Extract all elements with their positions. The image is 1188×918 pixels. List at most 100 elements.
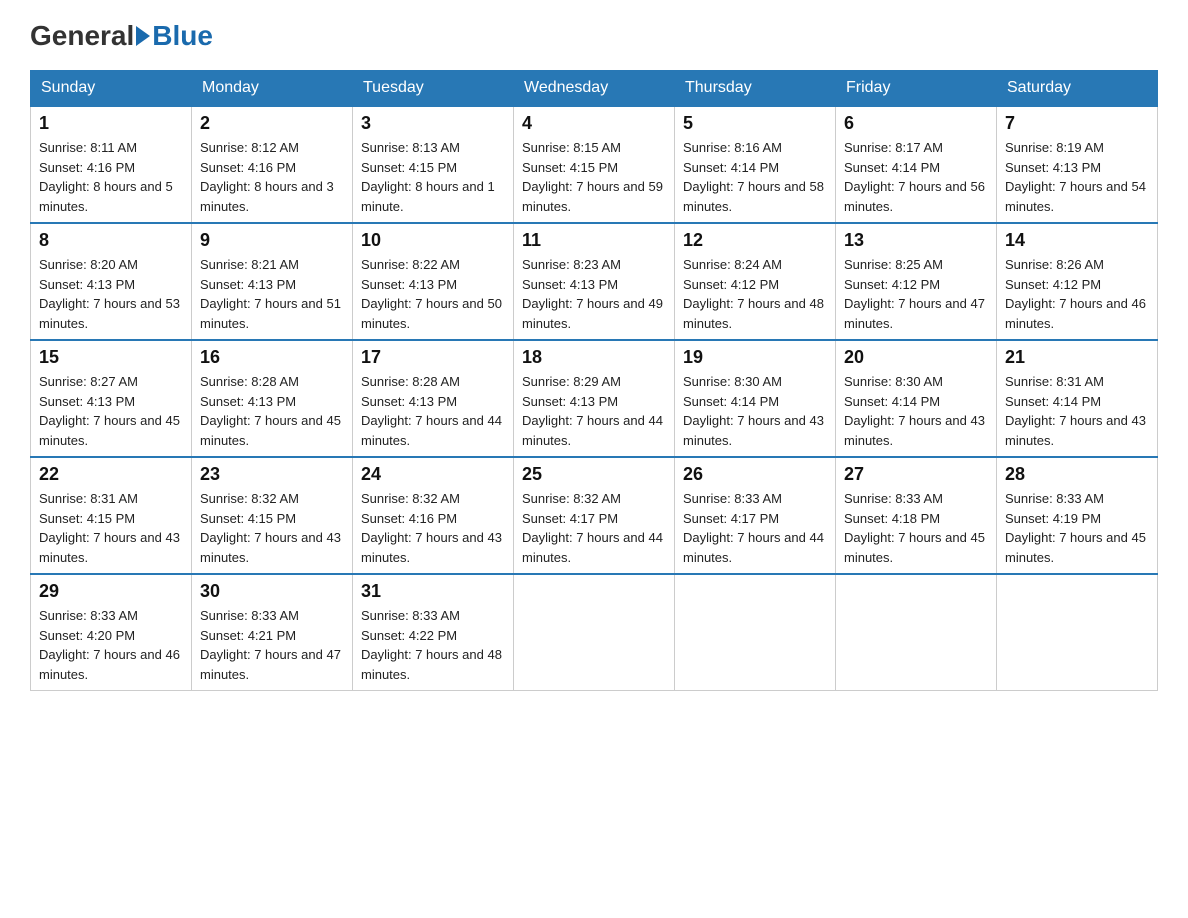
day-info: Sunrise: 8:19 AMSunset: 4:13 PMDaylight:…	[1005, 140, 1146, 214]
day-number: 2	[200, 113, 344, 134]
day-info: Sunrise: 8:21 AMSunset: 4:13 PMDaylight:…	[200, 257, 341, 331]
calendar-cell: 1 Sunrise: 8:11 AMSunset: 4:16 PMDayligh…	[31, 106, 192, 223]
weekday-header-friday: Friday	[836, 71, 997, 107]
calendar-cell: 25 Sunrise: 8:32 AMSunset: 4:17 PMDaylig…	[514, 457, 675, 574]
day-info: Sunrise: 8:15 AMSunset: 4:15 PMDaylight:…	[522, 140, 663, 214]
day-info: Sunrise: 8:33 AMSunset: 4:18 PMDaylight:…	[844, 491, 985, 565]
calendar-cell: 8 Sunrise: 8:20 AMSunset: 4:13 PMDayligh…	[31, 223, 192, 340]
day-info: Sunrise: 8:27 AMSunset: 4:13 PMDaylight:…	[39, 374, 180, 448]
day-number: 19	[683, 347, 827, 368]
day-number: 14	[1005, 230, 1149, 251]
weekday-header-monday: Monday	[192, 71, 353, 107]
day-number: 27	[844, 464, 988, 485]
day-number: 22	[39, 464, 183, 485]
calendar-week-row: 1 Sunrise: 8:11 AMSunset: 4:16 PMDayligh…	[31, 106, 1158, 223]
calendar-cell: 15 Sunrise: 8:27 AMSunset: 4:13 PMDaylig…	[31, 340, 192, 457]
weekday-header-wednesday: Wednesday	[514, 71, 675, 107]
calendar-cell: 14 Sunrise: 8:26 AMSunset: 4:12 PMDaylig…	[997, 223, 1158, 340]
calendar-cell	[836, 574, 997, 691]
day-info: Sunrise: 8:13 AMSunset: 4:15 PMDaylight:…	[361, 140, 495, 214]
day-number: 24	[361, 464, 505, 485]
day-info: Sunrise: 8:28 AMSunset: 4:13 PMDaylight:…	[361, 374, 502, 448]
calendar-cell	[514, 574, 675, 691]
logo-arrow-icon	[136, 26, 150, 46]
day-info: Sunrise: 8:31 AMSunset: 4:14 PMDaylight:…	[1005, 374, 1146, 448]
day-number: 10	[361, 230, 505, 251]
calendar-cell: 10 Sunrise: 8:22 AMSunset: 4:13 PMDaylig…	[353, 223, 514, 340]
day-number: 30	[200, 581, 344, 602]
day-number: 13	[844, 230, 988, 251]
logo-general-text: General	[30, 20, 134, 52]
day-info: Sunrise: 8:31 AMSunset: 4:15 PMDaylight:…	[39, 491, 180, 565]
calendar-cell: 21 Sunrise: 8:31 AMSunset: 4:14 PMDaylig…	[997, 340, 1158, 457]
calendar-table: SundayMondayTuesdayWednesdayThursdayFrid…	[30, 70, 1158, 691]
day-info: Sunrise: 8:25 AMSunset: 4:12 PMDaylight:…	[844, 257, 985, 331]
calendar-cell: 22 Sunrise: 8:31 AMSunset: 4:15 PMDaylig…	[31, 457, 192, 574]
day-number: 1	[39, 113, 183, 134]
day-number: 4	[522, 113, 666, 134]
logo-blue-text: Blue	[152, 20, 213, 52]
day-info: Sunrise: 8:33 AMSunset: 4:17 PMDaylight:…	[683, 491, 824, 565]
calendar-cell: 13 Sunrise: 8:25 AMSunset: 4:12 PMDaylig…	[836, 223, 997, 340]
calendar-cell: 27 Sunrise: 8:33 AMSunset: 4:18 PMDaylig…	[836, 457, 997, 574]
day-number: 26	[683, 464, 827, 485]
calendar-cell: 18 Sunrise: 8:29 AMSunset: 4:13 PMDaylig…	[514, 340, 675, 457]
day-info: Sunrise: 8:22 AMSunset: 4:13 PMDaylight:…	[361, 257, 502, 331]
day-info: Sunrise: 8:20 AMSunset: 4:13 PMDaylight:…	[39, 257, 180, 331]
calendar-cell: 16 Sunrise: 8:28 AMSunset: 4:13 PMDaylig…	[192, 340, 353, 457]
day-number: 7	[1005, 113, 1149, 134]
calendar-cell	[997, 574, 1158, 691]
day-number: 29	[39, 581, 183, 602]
day-info: Sunrise: 8:11 AMSunset: 4:16 PMDaylight:…	[39, 140, 173, 214]
day-number: 31	[361, 581, 505, 602]
weekday-header-thursday: Thursday	[675, 71, 836, 107]
day-info: Sunrise: 8:33 AMSunset: 4:21 PMDaylight:…	[200, 608, 341, 682]
day-info: Sunrise: 8:28 AMSunset: 4:13 PMDaylight:…	[200, 374, 341, 448]
day-info: Sunrise: 8:12 AMSunset: 4:16 PMDaylight:…	[200, 140, 334, 214]
calendar-cell: 23 Sunrise: 8:32 AMSunset: 4:15 PMDaylig…	[192, 457, 353, 574]
calendar-cell: 30 Sunrise: 8:33 AMSunset: 4:21 PMDaylig…	[192, 574, 353, 691]
day-info: Sunrise: 8:33 AMSunset: 4:20 PMDaylight:…	[39, 608, 180, 682]
calendar-cell: 17 Sunrise: 8:28 AMSunset: 4:13 PMDaylig…	[353, 340, 514, 457]
day-info: Sunrise: 8:23 AMSunset: 4:13 PMDaylight:…	[522, 257, 663, 331]
calendar-cell: 2 Sunrise: 8:12 AMSunset: 4:16 PMDayligh…	[192, 106, 353, 223]
calendar-cell: 29 Sunrise: 8:33 AMSunset: 4:20 PMDaylig…	[31, 574, 192, 691]
calendar-cell: 26 Sunrise: 8:33 AMSunset: 4:17 PMDaylig…	[675, 457, 836, 574]
weekday-header-tuesday: Tuesday	[353, 71, 514, 107]
day-number: 8	[39, 230, 183, 251]
day-number: 18	[522, 347, 666, 368]
day-number: 12	[683, 230, 827, 251]
calendar-week-row: 22 Sunrise: 8:31 AMSunset: 4:15 PMDaylig…	[31, 457, 1158, 574]
calendar-cell: 12 Sunrise: 8:24 AMSunset: 4:12 PMDaylig…	[675, 223, 836, 340]
day-number: 5	[683, 113, 827, 134]
day-info: Sunrise: 8:30 AMSunset: 4:14 PMDaylight:…	[683, 374, 824, 448]
day-number: 20	[844, 347, 988, 368]
day-info: Sunrise: 8:26 AMSunset: 4:12 PMDaylight:…	[1005, 257, 1146, 331]
calendar-week-row: 15 Sunrise: 8:27 AMSunset: 4:13 PMDaylig…	[31, 340, 1158, 457]
calendar-cell: 11 Sunrise: 8:23 AMSunset: 4:13 PMDaylig…	[514, 223, 675, 340]
calendar-cell: 20 Sunrise: 8:30 AMSunset: 4:14 PMDaylig…	[836, 340, 997, 457]
day-info: Sunrise: 8:30 AMSunset: 4:14 PMDaylight:…	[844, 374, 985, 448]
calendar-cell: 7 Sunrise: 8:19 AMSunset: 4:13 PMDayligh…	[997, 106, 1158, 223]
day-number: 25	[522, 464, 666, 485]
calendar-cell: 31 Sunrise: 8:33 AMSunset: 4:22 PMDaylig…	[353, 574, 514, 691]
day-info: Sunrise: 8:32 AMSunset: 4:17 PMDaylight:…	[522, 491, 663, 565]
page-header: General Blue	[30, 20, 1158, 52]
calendar-cell: 24 Sunrise: 8:32 AMSunset: 4:16 PMDaylig…	[353, 457, 514, 574]
day-number: 16	[200, 347, 344, 368]
calendar-cell: 19 Sunrise: 8:30 AMSunset: 4:14 PMDaylig…	[675, 340, 836, 457]
day-info: Sunrise: 8:33 AMSunset: 4:19 PMDaylight:…	[1005, 491, 1146, 565]
day-info: Sunrise: 8:29 AMSunset: 4:13 PMDaylight:…	[522, 374, 663, 448]
day-number: 21	[1005, 347, 1149, 368]
day-number: 6	[844, 113, 988, 134]
day-number: 28	[1005, 464, 1149, 485]
day-info: Sunrise: 8:16 AMSunset: 4:14 PMDaylight:…	[683, 140, 824, 214]
day-number: 3	[361, 113, 505, 134]
day-info: Sunrise: 8:17 AMSunset: 4:14 PMDaylight:…	[844, 140, 985, 214]
calendar-cell: 5 Sunrise: 8:16 AMSunset: 4:14 PMDayligh…	[675, 106, 836, 223]
calendar-cell	[675, 574, 836, 691]
calendar-cell: 3 Sunrise: 8:13 AMSunset: 4:15 PMDayligh…	[353, 106, 514, 223]
day-number: 15	[39, 347, 183, 368]
weekday-header-saturday: Saturday	[997, 71, 1158, 107]
day-number: 9	[200, 230, 344, 251]
